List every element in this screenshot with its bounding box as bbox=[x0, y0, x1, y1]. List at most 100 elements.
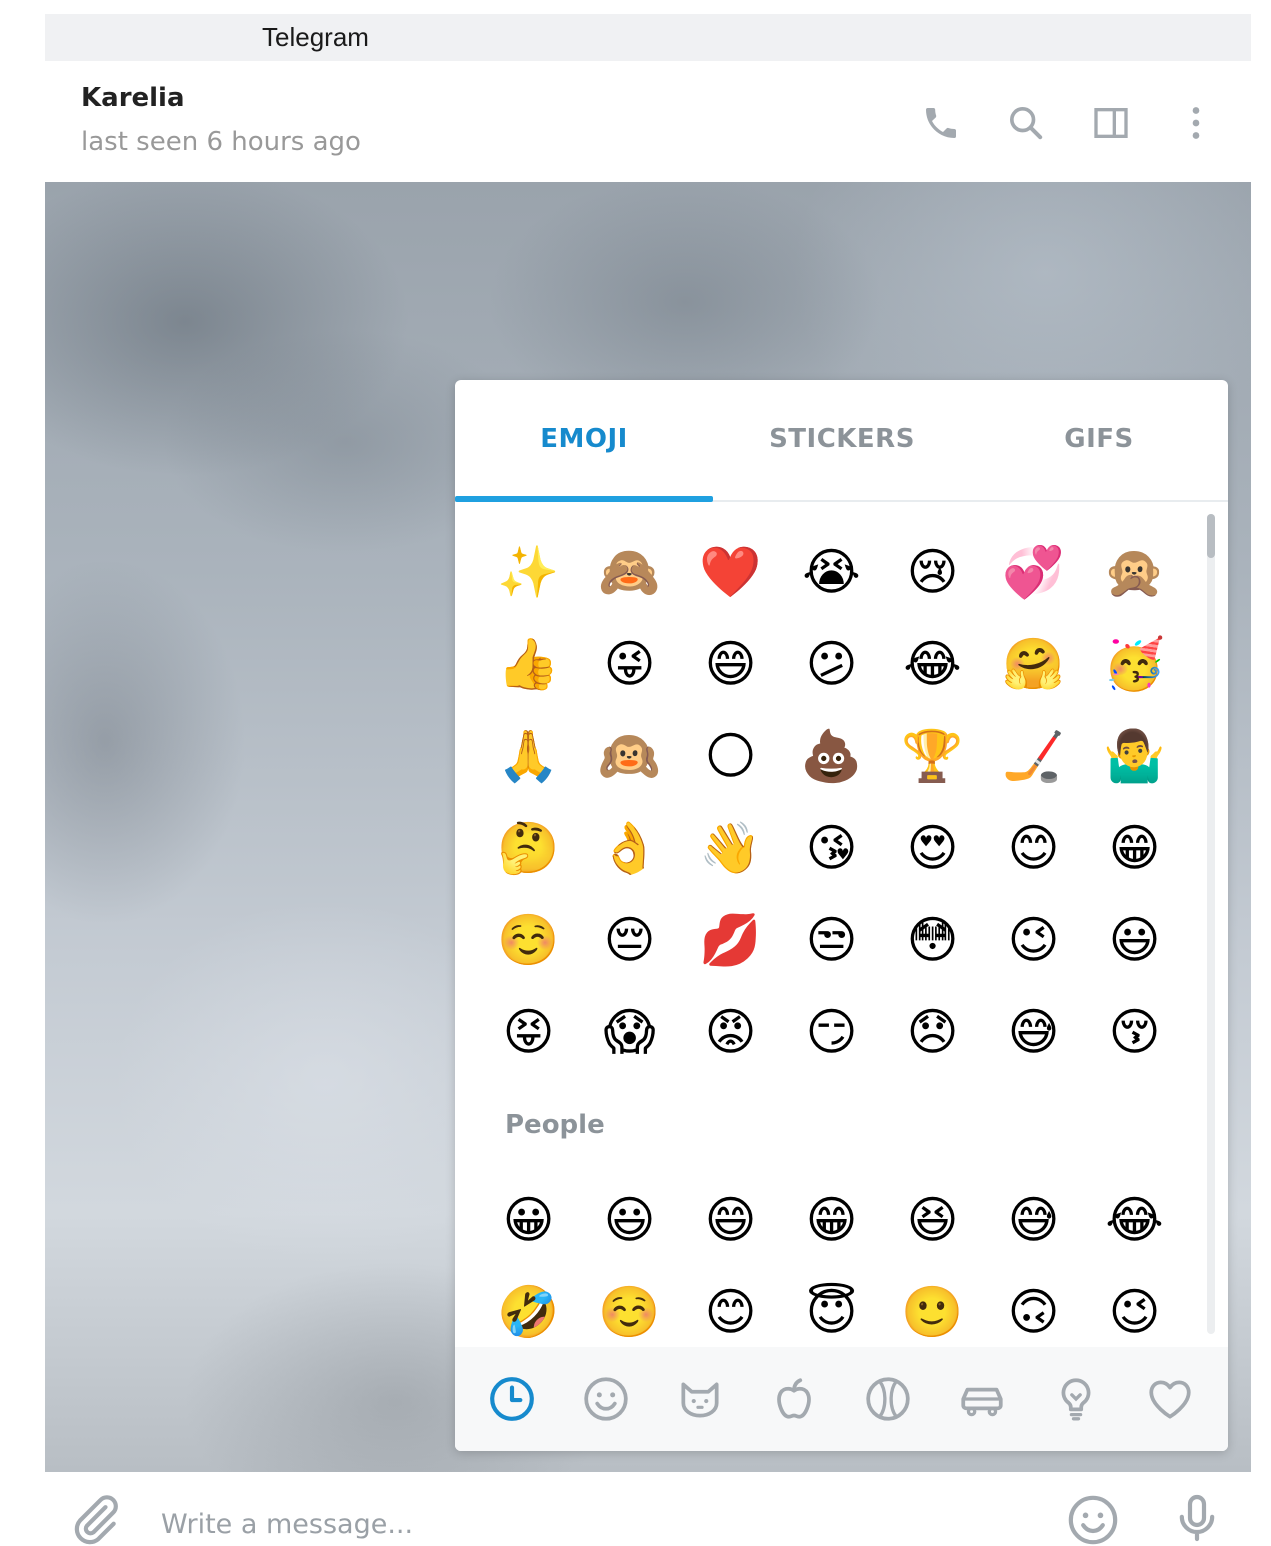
more-button[interactable] bbox=[1172, 99, 1220, 147]
emoji-button[interactable]: 😢 bbox=[882, 526, 983, 618]
category-people[interactable] bbox=[578, 1371, 634, 1427]
emoji-button[interactable]: ❤️ bbox=[680, 526, 781, 618]
emoji-button[interactable]: 😝 bbox=[478, 986, 579, 1078]
emoji-button[interactable]: 😀 bbox=[478, 1174, 579, 1266]
emoji-glyph: 🏒 bbox=[1002, 727, 1065, 785]
emoji-button[interactable]: 👌 bbox=[579, 802, 680, 894]
category-food[interactable] bbox=[766, 1371, 822, 1427]
emoji-button[interactable]: 😭 bbox=[781, 526, 882, 618]
emoji-button[interactable]: 😚 bbox=[1084, 986, 1185, 1078]
emoji-glyph: 😃 bbox=[603, 1191, 656, 1249]
emoji-button[interactable]: 😉 bbox=[983, 894, 1084, 986]
window-titlebar: Telegram bbox=[45, 14, 1251, 61]
emoji-button[interactable]: 😳 bbox=[882, 894, 983, 986]
emoji-smiley-icon[interactable] bbox=[1065, 1492, 1121, 1546]
emoji-button[interactable]: 💋 bbox=[680, 894, 781, 986]
category-animals[interactable] bbox=[672, 1371, 728, 1427]
emoji-button[interactable]: 🏆 bbox=[882, 710, 983, 802]
emoji-button[interactable]: 😘 bbox=[781, 802, 882, 894]
emoji-glyph: 🙂 bbox=[901, 1283, 964, 1341]
message-input[interactable] bbox=[161, 1502, 1041, 1546]
emoji-button[interactable]: 😃 bbox=[579, 1174, 680, 1266]
emoji-button[interactable]: 😁 bbox=[781, 1174, 882, 1266]
emoji-button[interactable]: 😅 bbox=[983, 986, 1084, 1078]
emoji-button[interactable]: 😃 bbox=[1084, 894, 1185, 986]
emoji-glyph: 😕 bbox=[805, 635, 858, 693]
emoji-button[interactable]: ☺️ bbox=[478, 894, 579, 986]
emoji-button[interactable]: 😂 bbox=[1084, 1174, 1185, 1266]
microphone-icon[interactable] bbox=[1169, 1490, 1225, 1546]
chat-status: last seen 6 hours ago bbox=[81, 127, 361, 157]
emoji-button[interactable]: 🙉 bbox=[579, 710, 680, 802]
tab-stickers[interactable]: STICKERS bbox=[713, 424, 971, 454]
emoji-button[interactable]: 😏 bbox=[781, 986, 882, 1078]
emoji-glyph: 😱 bbox=[603, 1003, 656, 1061]
tab-emoji[interactable]: EMOJI bbox=[455, 424, 713, 454]
scrollbar-thumb[interactable] bbox=[1207, 514, 1215, 558]
emoji-button[interactable]: 😄 bbox=[680, 1174, 781, 1266]
emoji-button[interactable]: 😅 bbox=[983, 1174, 1084, 1266]
emoji-button[interactable]: 🤗 bbox=[983, 618, 1084, 710]
emoji-button[interactable]: 🥳 bbox=[1084, 618, 1185, 710]
emoji-button[interactable]: 💩 bbox=[781, 710, 882, 802]
emoji-button[interactable]: 🏒 bbox=[983, 710, 1084, 802]
emoji-glyph: 👋 bbox=[699, 819, 762, 877]
category-recent[interactable] bbox=[484, 1371, 540, 1427]
emoji-button[interactable]: 😄 bbox=[680, 618, 781, 710]
heart-icon bbox=[1149, 1380, 1191, 1419]
emoji-glyph: 😭 bbox=[802, 543, 861, 601]
emoji-button[interactable]: 🌕 bbox=[680, 710, 781, 802]
emoji-button[interactable]: 😇 bbox=[781, 1266, 882, 1347]
emoji-button[interactable]: 🙃 bbox=[983, 1266, 1084, 1347]
emoji-button[interactable]: 🤷‍♂️ bbox=[1084, 710, 1185, 802]
emoji-button[interactable]: 😍 bbox=[882, 802, 983, 894]
emoji-button[interactable]: 😱 bbox=[579, 986, 680, 1078]
emoji-button[interactable]: 🤣 bbox=[478, 1266, 579, 1347]
apple-icon bbox=[777, 1378, 811, 1419]
category-travel[interactable] bbox=[954, 1371, 1010, 1427]
tab-gifs[interactable]: GIFS bbox=[970, 424, 1228, 454]
emoji-button[interactable]: 😊 bbox=[680, 1266, 781, 1347]
emoji-button[interactable]: 😂 bbox=[882, 618, 983, 710]
emoji-glyph: 🌕 bbox=[704, 727, 757, 785]
paperclip-icon[interactable] bbox=[67, 1492, 123, 1546]
emoji-button[interactable]: 😉 bbox=[1084, 1266, 1185, 1347]
section-label-people: People bbox=[505, 1110, 605, 1140]
emoji-button[interactable]: 😁 bbox=[1084, 802, 1185, 894]
emoji-button[interactable]: ✨ bbox=[478, 526, 579, 618]
search-icon bbox=[1010, 107, 1043, 140]
window-title: Telegram bbox=[262, 22, 369, 52]
emoji-button[interactable]: 👋 bbox=[680, 802, 781, 894]
emoji-button[interactable]: ☺️ bbox=[579, 1266, 680, 1347]
emoji-button[interactable]: 👍 bbox=[478, 618, 579, 710]
emoji-button[interactable]: 🤔 bbox=[478, 802, 579, 894]
emoji-glyph: 😁 bbox=[1108, 819, 1161, 877]
emoji-button[interactable]: 😆 bbox=[882, 1174, 983, 1266]
emoji-list[interactable]: ✨ 🙈 ❤️ 😭 😢 💞 🙊 👍 😜 😄 😕 😂 🤗 🥳 🙏 🙉 🌕 💩 🏆 🏒 🤷‍♂️ 🤔 👌 👋 😘 😍 😊 😁 ☺️ 😔 💋 😒 😳 😉 😃… bbox=[455, 504, 1228, 1347]
emoji-button[interactable]: 🙏 bbox=[478, 710, 579, 802]
emoji-button[interactable]: 😞 bbox=[882, 986, 983, 1078]
category-objects[interactable] bbox=[1048, 1371, 1104, 1427]
emoji-glyph: ☺️ bbox=[497, 911, 560, 969]
emoji-button[interactable]: 🙊 bbox=[1084, 526, 1185, 618]
category-activity[interactable] bbox=[860, 1371, 916, 1427]
chat-name[interactable]: Karelia bbox=[81, 83, 185, 113]
sidebar-toggle-button[interactable] bbox=[1087, 99, 1135, 147]
emoji-button[interactable]: 😕 bbox=[781, 618, 882, 710]
emoji-glyph: 🙉 bbox=[598, 727, 661, 785]
emoji-button[interactable]: 😊 bbox=[983, 802, 1084, 894]
call-button[interactable] bbox=[917, 99, 965, 147]
emoji-button[interactable]: 💞 bbox=[983, 526, 1084, 618]
emoji-button[interactable]: 😔 bbox=[579, 894, 680, 986]
emoji-button[interactable]: 🙈 bbox=[579, 526, 680, 618]
emoji-glyph: ✨ bbox=[497, 543, 560, 601]
emoji-button[interactable]: 😜 bbox=[579, 618, 680, 710]
emoji-button[interactable]: 😡 bbox=[680, 986, 781, 1078]
emoji-glyph: ☺️ bbox=[598, 1283, 661, 1341]
emoji-glyph: 😒 bbox=[805, 911, 858, 969]
emoji-button[interactable]: 😒 bbox=[781, 894, 882, 986]
emoji-glyph: 💋 bbox=[699, 911, 762, 969]
emoji-button[interactable]: 🙂 bbox=[882, 1266, 983, 1347]
category-symbols[interactable] bbox=[1142, 1371, 1198, 1427]
search-button[interactable] bbox=[1002, 99, 1050, 147]
